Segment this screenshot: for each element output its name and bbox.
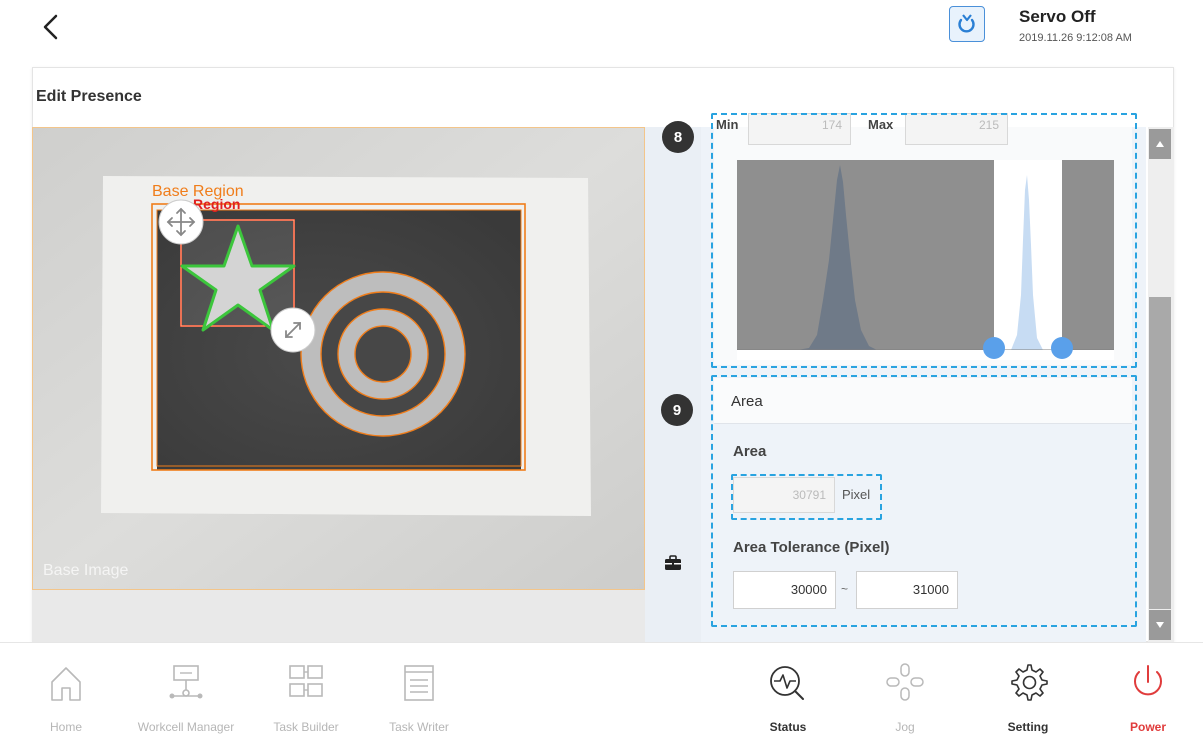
task-builder-icon [289, 665, 323, 697]
workcell-icon [169, 665, 203, 699]
camera-footer [32, 590, 645, 642]
nav-power-label: Power [1129, 720, 1166, 734]
servo-toggle-button[interactable] [949, 6, 985, 42]
move-handle[interactable] [158, 199, 204, 245]
nav-jog[interactable]: Jog [855, 652, 955, 734]
nav-home[interactable]: Home [16, 652, 116, 734]
callout-number-9: 9 [661, 394, 693, 426]
jog-icon [886, 663, 924, 701]
nav-jog-label: Jog [895, 720, 915, 734]
nav-task-writer-label: Task Writer [389, 720, 449, 734]
triangle-down-icon [1156, 622, 1164, 628]
power-icon [1134, 665, 1162, 696]
region-label: Region [193, 196, 240, 212]
servo-status: Servo Off [1019, 7, 1096, 26]
nav-task-writer[interactable]: Task Writer [369, 652, 469, 734]
status-timestamp: 2019.11.26 9:12:08 AM [1019, 32, 1132, 44]
scroll-down-button[interactable] [1149, 610, 1171, 640]
page-title: Edit Presence [36, 88, 142, 105]
scrollbar-thumb[interactable] [1149, 297, 1171, 609]
toolbox-icon[interactable] [663, 553, 683, 578]
triangle-up-icon [1156, 141, 1164, 147]
nav-power[interactable]: Power [1098, 652, 1198, 734]
resize-handle[interactable] [270, 307, 316, 353]
status-icon [770, 666, 804, 700]
nav-workcell-manager[interactable]: Workcell Manager [136, 652, 236, 734]
camera-view[interactable]: Base Image Base Region Region [32, 127, 645, 590]
callout-box-area-field [731, 474, 882, 520]
back-button[interactable] [38, 10, 68, 44]
nav-workcell-label: Workcell Manager [137, 720, 235, 734]
scroll-up-button[interactable] [1149, 129, 1171, 159]
base-image-label: Base Image [43, 562, 128, 579]
home-icon [51, 667, 81, 701]
callout-box-8 [711, 113, 1137, 368]
gear-icon [1011, 664, 1048, 701]
nav-status-label: Status [769, 720, 807, 734]
nav-task-builder-label: Task Builder [273, 720, 339, 734]
servo-power-icon [958, 14, 975, 33]
nav-setting-label: Setting [1007, 720, 1049, 734]
nav-task-builder[interactable]: Task Builder [256, 652, 356, 734]
chevron-left-icon [43, 14, 58, 40]
nav-setting[interactable]: Setting [978, 652, 1078, 734]
task-writer-icon [404, 665, 434, 701]
nav-status[interactable]: Status [738, 652, 838, 734]
nav-home-label: Home [49, 720, 82, 734]
callout-number-8: 8 [662, 121, 694, 153]
